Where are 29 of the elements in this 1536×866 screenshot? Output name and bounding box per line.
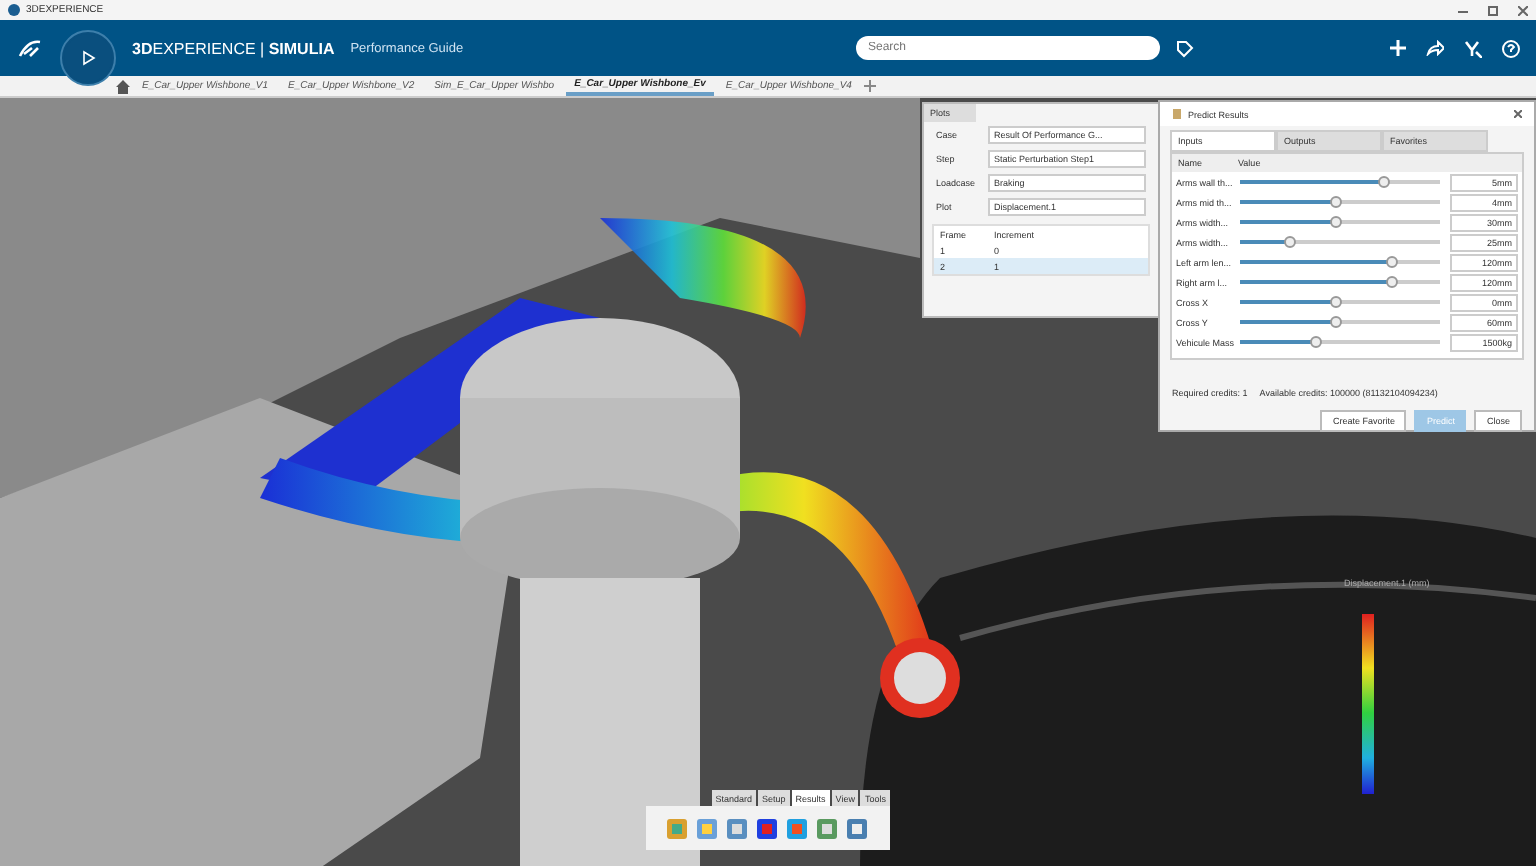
slider-thumb[interactable] xyxy=(1330,195,1342,208)
slider-thumb[interactable] xyxy=(1378,175,1390,188)
minimize-icon[interactable] xyxy=(1458,5,1468,15)
tools-icon[interactable] xyxy=(1464,39,1482,57)
add-tab-icon[interactable] xyxy=(863,80,876,92)
slider-thumb[interactable] xyxy=(1330,315,1342,328)
plus-icon[interactable] xyxy=(1390,40,1406,56)
toolbar-tool-icon[interactable] xyxy=(756,817,778,839)
close-icon[interactable] xyxy=(1514,110,1522,118)
slider-thumb[interactable] xyxy=(1284,235,1296,248)
slider-thumb[interactable] xyxy=(1386,275,1398,288)
app-logo-icon xyxy=(8,4,20,16)
slider-thumb[interactable] xyxy=(1386,255,1398,268)
ds-logo-icon[interactable] xyxy=(16,36,44,60)
toolbar-tool-icon[interactable] xyxy=(726,817,748,839)
share-icon[interactable] xyxy=(1426,40,1444,56)
slider-thumb[interactable] xyxy=(1310,335,1322,348)
tag-icon[interactable] xyxy=(1176,39,1194,57)
compass-icon[interactable] xyxy=(60,30,116,86)
slider-thumb[interactable] xyxy=(1330,215,1342,228)
brand-title: 3DEXPERIENCE | SIMULIA xyxy=(132,39,335,57)
toolbar-tool-icon[interactable] xyxy=(846,817,868,839)
toolbar-tool-icon[interactable] xyxy=(816,817,838,839)
close-icon[interactable] xyxy=(1518,5,1528,15)
restore-icon[interactable] xyxy=(1488,5,1498,15)
home-icon[interactable] xyxy=(116,79,130,93)
help-icon[interactable] xyxy=(1502,39,1520,57)
slider-thumb[interactable] xyxy=(1330,295,1342,308)
toolbar-tool-icon[interactable] xyxy=(786,817,808,839)
